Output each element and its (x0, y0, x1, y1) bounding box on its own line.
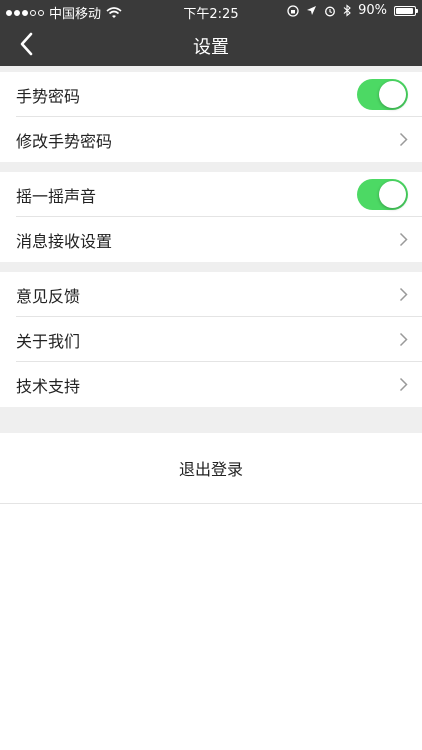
about-us-row[interactable]: 关于我们 (0, 317, 422, 362)
page-title: 设置 (193, 37, 229, 58)
gesture-password-row[interactable]: 手势密码 (0, 72, 422, 117)
section-gap (0, 262, 422, 272)
shake-sound-toggle[interactable] (357, 179, 408, 210)
tech-support-row[interactable]: 技术支持 (0, 362, 422, 407)
section-gap (0, 162, 422, 172)
status-right: 90% (287, 3, 418, 18)
change-gesture-password-row[interactable]: 修改手势密码 (0, 117, 422, 162)
chevron-right-icon (399, 332, 408, 347)
battery-percent: 90% (358, 3, 387, 18)
navigation-bar: 设置 (0, 22, 422, 66)
tech-support-label: 技术支持 (16, 376, 81, 396)
chevron-right-icon (399, 377, 408, 392)
feedback-row[interactable]: 意见反馈 (0, 272, 422, 317)
location-icon (307, 6, 317, 15)
message-settings-label: 消息接收设置 (16, 231, 113, 251)
section-gap (0, 407, 422, 433)
orientation-lock-icon (287, 4, 299, 17)
alarm-icon (325, 6, 336, 16)
status-bar: 中国移动 下午2:25 90% (0, 0, 422, 22)
chevron-right-icon (399, 132, 408, 147)
chevron-right-icon (399, 232, 408, 247)
feedback-label: 意见反馈 (16, 286, 81, 306)
battery-icon (394, 5, 418, 16)
logout-button[interactable]: 退出登录 (0, 433, 422, 504)
message-settings-row[interactable]: 消息接收设置 (0, 217, 422, 262)
shake-sound-row[interactable]: 摇一摇声音 (0, 172, 422, 217)
bluetooth-icon (343, 4, 351, 17)
chevron-right-icon (399, 287, 408, 302)
change-gesture-password-label: 修改手势密码 (16, 131, 113, 151)
gesture-password-toggle[interactable] (357, 79, 408, 110)
settings-content: 手势密码 修改手势密码 摇一摇声音 消息接收设置 意见反馈 关于我们 技术支持 (0, 66, 422, 750)
about-us-label: 关于我们 (16, 331, 81, 351)
